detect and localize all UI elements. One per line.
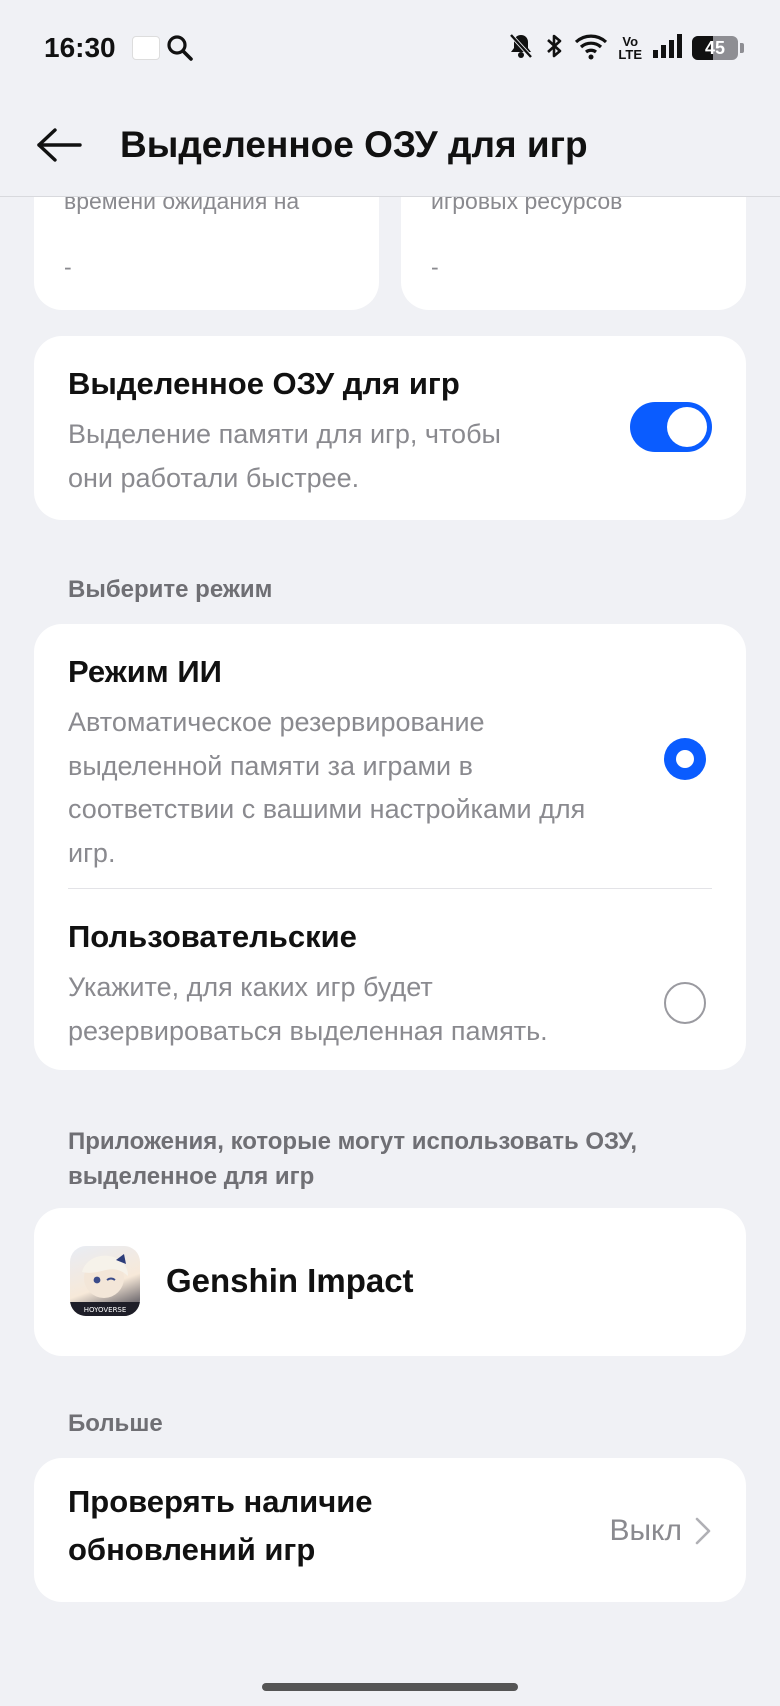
chevron-right-icon (694, 1516, 712, 1551)
signal-icon (652, 32, 682, 65)
search-icon (166, 34, 194, 67)
apps-section-label-1: Приложения, которые могут использовать О… (68, 1128, 638, 1155)
dedicated-ram-toggle[interactable] (630, 402, 712, 452)
apps-section-label-2: выделенное для игр (68, 1163, 315, 1190)
bluetooth-icon (544, 32, 564, 65)
wifi-icon (574, 32, 608, 65)
stat-card-value: - (431, 254, 439, 280)
volte-icon: Vo LTE (618, 35, 642, 61)
mode-option-line: Укажите, для каких игр будет (68, 972, 433, 1002)
home-indicator[interactable] (262, 1683, 518, 1691)
mode-option-line: выделенной памяти за играми в (68, 751, 473, 781)
more-card: Проверять наличие обновлений игр Выкл (34, 1458, 746, 1602)
hoyoverse-text: HOYOVERSE (84, 1306, 127, 1314)
check-updates-item[interactable]: Проверять наличие обновлений игр Выкл (34, 1458, 746, 1602)
mode-section-label: Выберите режим (68, 576, 273, 603)
dedicated-ram-title: Выделенное ОЗУ для игр (68, 366, 460, 401)
status-time: 16:30 (44, 32, 116, 63)
mode-card: Режим ИИ Автоматическое резервирование в… (34, 624, 746, 1070)
check-updates-title-2: обновлений игр (68, 1532, 316, 1567)
app-name: Genshin Impact (166, 1262, 414, 1299)
mode-option-line: Автоматическое резервирование (68, 707, 485, 737)
back-arrow-icon (37, 128, 82, 162)
battery-tip (740, 43, 744, 53)
mini-app-icon (132, 36, 160, 60)
check-updates-value: Выкл (609, 1514, 682, 1547)
mode-option-title: Пользовательские (68, 919, 357, 954)
status-bar: 16:30 Vo LTE 45 (0, 0, 780, 96)
volte-bottom-text: LTE (618, 47, 642, 62)
check-updates-title-1: Проверять наличие (68, 1484, 373, 1519)
mode-option-line: соответствии с вашими настройками для (68, 794, 586, 824)
back-button[interactable] (34, 120, 84, 170)
dedicated-ram-card: Выделенное ОЗУ для игр Выделение памяти … (34, 336, 746, 520)
status-icons: Vo LTE 45 (508, 30, 744, 66)
more-section-label: Больше (68, 1410, 163, 1437)
stat-card-value: - (64, 254, 72, 280)
mute-bell-icon (508, 32, 534, 65)
toggle-knob (667, 407, 707, 447)
mode-option-title: Режим ИИ (68, 654, 222, 689)
dedicated-ram-subtitle-2: они работали быстрее. (68, 463, 360, 493)
page-title: Выделенное ОЗУ для игр (120, 124, 588, 165)
mode-option-ai[interactable]: Режим ИИ Автоматическое резервирование в… (34, 624, 746, 888)
app-header: Выделенное ОЗУ для игр (0, 96, 780, 197)
mode-option-line: резервироваться выделенная память. (68, 1016, 548, 1046)
mode-custom-radio[interactable] (664, 982, 706, 1024)
mode-option-line: игр. (68, 838, 116, 868)
dedicated-ram-subtitle-1: Выделение памяти для игр, чтобы (68, 419, 501, 449)
mode-ai-radio[interactable] (664, 738, 706, 780)
app-list-card: HOYOVERSE Genshin Impact (34, 1208, 746, 1356)
genshin-app-icon: HOYOVERSE (70, 1246, 140, 1316)
mode-option-custom[interactable]: Пользовательские Укажите, для каких игр … (34, 889, 746, 1069)
app-item-genshin[interactable]: HOYOVERSE Genshin Impact (34, 1208, 746, 1356)
battery-icon: 45 (692, 36, 738, 60)
battery-level: 45 (704, 37, 726, 58)
